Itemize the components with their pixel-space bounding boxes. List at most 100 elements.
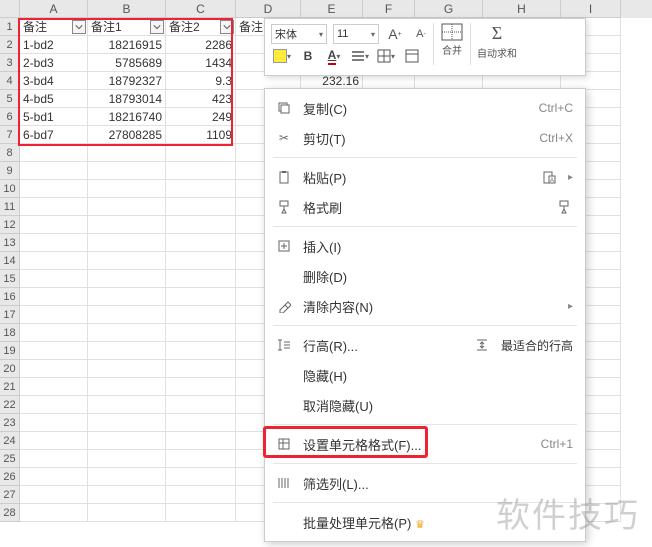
format-as-table-button[interactable] (401, 46, 423, 66)
row-header[interactable]: 14 (0, 252, 20, 270)
cell[interactable] (166, 270, 236, 288)
row-header[interactable]: 23 (0, 414, 20, 432)
cell[interactable] (166, 198, 236, 216)
cell[interactable] (20, 450, 88, 468)
row-header[interactable]: 25 (0, 450, 20, 468)
cell[interactable] (88, 432, 166, 450)
cell[interactable] (20, 504, 88, 522)
col-header-F[interactable]: F (363, 0, 415, 18)
cell[interactable] (20, 396, 88, 414)
cell[interactable]: 2-bd3 (20, 54, 88, 72)
cell[interactable]: 9.3 (166, 72, 236, 90)
font-size-select[interactable]: 11▾ (333, 24, 379, 44)
cell[interactable]: 1109 (166, 126, 236, 144)
cell[interactable] (166, 468, 236, 486)
cell[interactable] (20, 252, 88, 270)
cell[interactable] (20, 216, 88, 234)
row-header[interactable]: 9 (0, 162, 20, 180)
cell[interactable] (88, 270, 166, 288)
cell[interactable]: 3-bd4 (20, 72, 88, 90)
cell[interactable] (166, 504, 236, 522)
cell[interactable]: 2286 (166, 36, 236, 54)
bold-button[interactable]: B (297, 46, 319, 66)
cell[interactable] (88, 162, 166, 180)
cell[interactable] (166, 486, 236, 504)
col-header-B[interactable]: B (88, 0, 166, 18)
menu-item-cut[interactable]: ✂ 剪切(T) Ctrl+X (265, 123, 585, 153)
cell[interactable] (88, 216, 166, 234)
cell[interactable]: 1-bd2 (20, 36, 88, 54)
menu-item-format-painter[interactable]: 格式刷 (265, 192, 585, 222)
cell[interactable] (166, 216, 236, 234)
cell[interactable] (88, 234, 166, 252)
cell[interactable] (20, 324, 88, 342)
menu-item-format-cells[interactable]: 设置单元格格式(F)... Ctrl+1 (265, 429, 585, 459)
cell[interactable] (88, 486, 166, 504)
font-color-button[interactable]: A▾ (323, 46, 345, 66)
row-header[interactable]: 7 (0, 126, 20, 144)
cell[interactable] (20, 486, 88, 504)
cell[interactable] (88, 450, 166, 468)
menu-item-paste[interactable]: 粘贴(P) A ▸ (265, 162, 585, 192)
cell[interactable]: 5-bd1 (20, 108, 88, 126)
cell[interactable] (88, 144, 166, 162)
cell[interactable] (20, 378, 88, 396)
cell[interactable] (88, 414, 166, 432)
cell[interactable] (166, 306, 236, 324)
font-name-select[interactable]: 宋体▾ (271, 24, 327, 44)
row-header[interactable]: 21 (0, 378, 20, 396)
col-header-D[interactable]: D (236, 0, 301, 18)
cell[interactable] (166, 288, 236, 306)
row-header[interactable]: 3 (0, 54, 20, 72)
row-header[interactable]: 2 (0, 36, 20, 54)
row-header[interactable]: 12 (0, 216, 20, 234)
menu-item-row-height[interactable]: 行高(R)... 最适合的行高 (265, 330, 585, 360)
cell[interactable] (88, 252, 166, 270)
row-header[interactable]: 11 (0, 198, 20, 216)
cell[interactable]: 27808285 (88, 126, 166, 144)
cell[interactable] (88, 198, 166, 216)
cell[interactable] (20, 270, 88, 288)
cell[interactable] (20, 432, 88, 450)
cell[interactable] (20, 468, 88, 486)
menu-item-insert[interactable]: 插入(I) (265, 231, 585, 261)
row-header[interactable]: 22 (0, 396, 20, 414)
col-header-C[interactable]: C (166, 0, 236, 18)
cell[interactable] (166, 378, 236, 396)
cell[interactable]: 6-bd7 (20, 126, 88, 144)
cell[interactable] (20, 306, 88, 324)
cell[interactable] (88, 468, 166, 486)
fill-color-button[interactable]: ▾ (271, 46, 293, 66)
cell[interactable] (88, 342, 166, 360)
cell[interactable] (20, 414, 88, 432)
cell[interactable] (166, 162, 236, 180)
cell[interactable] (166, 414, 236, 432)
cell[interactable]: 18216740 (88, 108, 166, 126)
col-header-H[interactable]: H (483, 0, 561, 18)
cell[interactable]: 1434 (166, 54, 236, 72)
cell[interactable] (20, 198, 88, 216)
col-header-G[interactable]: G (415, 0, 483, 18)
cell[interactable] (166, 144, 236, 162)
row-header[interactable]: 20 (0, 360, 20, 378)
row-header[interactable]: 8 (0, 144, 20, 162)
row-header[interactable]: 5 (0, 90, 20, 108)
decrease-font-icon[interactable]: A- (411, 24, 431, 44)
row-header[interactable]: 13 (0, 234, 20, 252)
format-painter-alt-icon[interactable] (555, 198, 573, 216)
cell-header[interactable]: 备注 (20, 18, 88, 36)
align-button[interactable]: ▾ (349, 46, 371, 66)
menu-label-extra[interactable]: 最适合的行高 (501, 337, 573, 354)
increase-font-icon[interactable]: A+ (385, 24, 405, 44)
cell-header[interactable]: 备注2 (166, 18, 236, 36)
select-all-corner[interactable] (0, 0, 20, 18)
col-header-I[interactable]: I (561, 0, 621, 18)
menu-item-delete[interactable]: 删除(D) (265, 261, 585, 291)
cell[interactable] (166, 342, 236, 360)
cell[interactable]: 5785689 (88, 54, 166, 72)
cell[interactable] (166, 450, 236, 468)
cell[interactable] (166, 324, 236, 342)
cell[interactable]: 18216915 (88, 36, 166, 54)
cell[interactable] (20, 360, 88, 378)
paste-special-icon[interactable]: A (540, 168, 558, 186)
